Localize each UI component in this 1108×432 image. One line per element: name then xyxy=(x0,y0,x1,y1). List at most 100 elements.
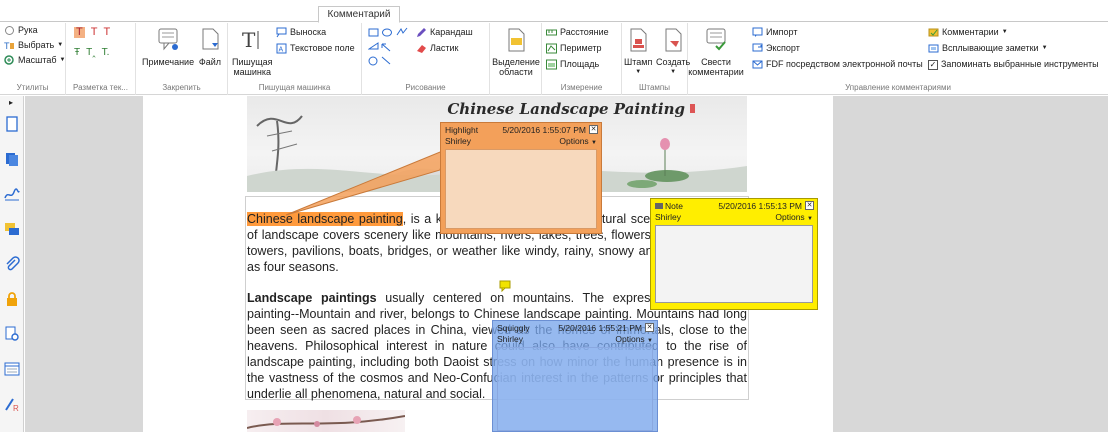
group-area-highlight: Выделение области xyxy=(490,23,542,95)
create-stamp-button[interactable]: Создать ▼ xyxy=(656,27,690,77)
group-label-drawing: Рисование xyxy=(405,83,446,92)
chevron-down-icon: ▼ xyxy=(635,69,642,75)
comment-type: Highlight xyxy=(445,124,479,135)
eraser-button[interactable]: Ластик xyxy=(416,43,459,54)
strikeout-text-icon[interactable]: T xyxy=(91,27,98,38)
group-pin: Примечание Файл Закрепить xyxy=(136,23,228,95)
popup-header: Squiggly 5/20/2016 1:55:21 PM ✕ xyxy=(493,321,657,333)
stamp-button[interactable]: Штамп ▼ xyxy=(624,27,652,77)
highlighted-text[interactable]: Chinese landscape painting xyxy=(247,212,403,226)
import-label: Импорт xyxy=(766,27,798,37)
area-measure-label: Площадь xyxy=(560,59,600,69)
close-icon[interactable]: ✕ xyxy=(645,323,654,332)
comment-text-area[interactable] xyxy=(655,225,813,303)
import-button[interactable]: Импорт xyxy=(752,27,797,38)
attachment-icon[interactable] xyxy=(4,256,20,272)
typewriter-button[interactable]: T Пишущая машинка xyxy=(232,27,273,77)
form-fields-icon[interactable] xyxy=(4,361,20,377)
pages-icon[interactable] xyxy=(4,116,20,132)
comment-date: 5/20/2016 1:55:21 PM xyxy=(558,322,642,333)
callout-button[interactable]: Выноска xyxy=(276,27,326,38)
area-highlight-label-1: Выделение xyxy=(492,57,540,67)
highlight-comment-popup[interactable]: Highlight 5/20/2016 1:55:07 PM ✕ Shirley … xyxy=(440,122,602,234)
underline-text-icon[interactable]: T xyxy=(103,27,110,38)
perimeter-icon xyxy=(546,43,557,54)
close-icon[interactable]: ✕ xyxy=(589,125,598,134)
highlight-text-icon[interactable]: T xyxy=(74,27,85,38)
fdf-email-button[interactable]: FDF посредством электронной почты xyxy=(752,59,923,70)
area-highlight-button[interactable]: Выделение области xyxy=(492,27,540,77)
squiggly-comment-popup[interactable]: Squiggly 5/20/2016 1:55:21 PM ✕ Shirley O… xyxy=(492,320,658,432)
popup-notes-dropdown-button[interactable]: Всплывающие заметки ▼ xyxy=(928,43,1048,54)
tab-comment[interactable]: Комментарий xyxy=(318,6,400,23)
popup-notes-label: Всплывающие заметки xyxy=(942,43,1039,53)
typewriter-label-2: машинка xyxy=(233,67,272,77)
expand-arrow-icon[interactable]: ▸ xyxy=(9,98,13,107)
eraser-icon xyxy=(417,45,426,53)
note-button[interactable]: Примечание xyxy=(142,27,194,67)
comment-date: 5/20/2016 1:55:07 PM xyxy=(502,124,586,135)
replace-text-icon[interactable]: T. xyxy=(102,47,110,58)
zoom-tool-label: Масштаб xyxy=(18,55,57,65)
layers-icon[interactable] xyxy=(4,151,20,167)
comment-text-area[interactable] xyxy=(445,149,597,229)
textbox-button[interactable]: A Текстовое поле xyxy=(276,43,355,54)
paragraph-2-bold: Landscape paintings xyxy=(247,291,377,305)
import-icon xyxy=(752,27,763,37)
remember-tools-label: Запоминать выбранные инструменты xyxy=(941,59,1099,69)
signature-icon[interactable] xyxy=(4,186,20,202)
note-comment-popup[interactable]: Note 5/20/2016 1:55:13 PM ✕ Shirley Optio… xyxy=(650,198,818,310)
markup-row-2: Ŧ T‸ T. xyxy=(74,47,109,58)
group-label-measure: Измерение xyxy=(560,83,603,92)
hand-tool-button[interactable]: Рука xyxy=(4,25,38,36)
group-measure: Расстояние Периметр Площадь Измерение xyxy=(542,23,622,95)
area-measure-button[interactable]: Площадь xyxy=(546,59,599,70)
pencil-button[interactable]: Карандаш xyxy=(416,27,473,38)
hand-tool-label: Рука xyxy=(18,25,38,35)
chevron-down-icon: ▼ xyxy=(57,42,64,48)
distance-icon xyxy=(546,29,557,36)
close-icon[interactable]: ✕ xyxy=(805,201,814,210)
remember-tools-checkbox[interactable]: ✓ Запоминать выбранные инструменты xyxy=(928,59,1099,70)
document-search-icon[interactable] xyxy=(4,326,20,342)
chevron-down-icon: ▼ xyxy=(591,139,597,146)
group-label-utilities: Утилиты xyxy=(16,83,49,92)
popup-header: Highlight 5/20/2016 1:55:07 PM ✕ xyxy=(441,123,601,135)
options-menu-button[interactable]: Options ▼ xyxy=(559,136,597,146)
group-label-markup: Разметка тек... xyxy=(73,83,128,92)
file-button[interactable]: Файл xyxy=(198,27,222,67)
note-marker-icon[interactable] xyxy=(499,280,511,292)
insert-text-icon[interactable]: T‸ xyxy=(86,47,96,58)
chevron-down-icon: ▼ xyxy=(1001,29,1008,35)
file-attach-icon xyxy=(202,28,219,50)
select-tool-button[interactable]: T Выбрать ▼ xyxy=(4,40,63,51)
group-label-pin: Закрепить xyxy=(162,83,201,92)
hand-icon xyxy=(5,26,14,35)
comments-dropdown-button[interactable]: Комментарии ▼ xyxy=(928,27,1008,38)
comment-date: 5/20/2016 1:55:13 PM xyxy=(718,200,802,211)
perimeter-button[interactable]: Периметр xyxy=(546,43,602,54)
chevron-down-icon: ▼ xyxy=(807,215,813,222)
options-menu-button[interactable]: Options ▼ xyxy=(615,334,653,344)
select-tool-label: Выбрать xyxy=(18,40,55,50)
shape-tools-icon[interactable] xyxy=(368,27,412,67)
zoom-tool-button[interactable]: Масштаб ▼ xyxy=(4,55,65,66)
seal-stamp xyxy=(690,104,695,113)
wizard-icon[interactable]: R xyxy=(4,396,20,412)
banner-title: Chinese Landscape Painting xyxy=(447,100,685,118)
summarize-comments-button[interactable]: Свести комментарии xyxy=(688,27,744,77)
group-label-stamps: Штампы xyxy=(639,83,670,92)
distance-label: Расстояние xyxy=(560,27,609,37)
left-navigation-rail: ▸ R xyxy=(0,96,24,432)
comment-text-area[interactable] xyxy=(497,347,653,431)
comments-panel-icon[interactable] xyxy=(4,221,20,237)
blossom-branch-illustration xyxy=(247,415,405,429)
lock-icon[interactable] xyxy=(4,291,20,307)
export-button[interactable]: Экспорт xyxy=(752,43,800,54)
ribbon: Комментарий Рука T Выбрать ▼ Масштаб ▼ У… xyxy=(0,0,1108,95)
squiggly-text-icon[interactable]: Ŧ xyxy=(74,47,80,58)
area-highlight-icon xyxy=(508,28,525,52)
callout-icon xyxy=(276,27,287,38)
options-menu-button[interactable]: Options ▼ xyxy=(775,212,813,222)
distance-button[interactable]: Расстояние xyxy=(546,27,609,38)
